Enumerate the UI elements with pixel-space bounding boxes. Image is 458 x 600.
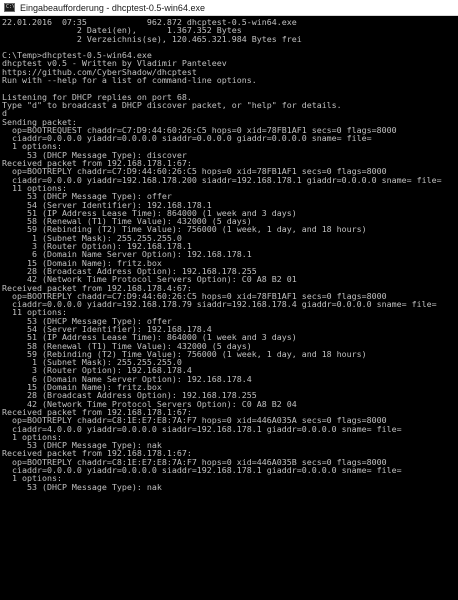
console-line: ciaddr=0.0.0.0 yiaddr=192.168.178.200 si…: [2, 174, 442, 185]
console-line: ciaddr=0.0.0.0 yiaddr=0.0.0.0 siaddr=192…: [2, 465, 402, 476]
command-prompt-window: C:\ Eingabeaufforderung - dhcptest-0.5-w…: [0, 0, 458, 600]
console-line: ciaddr=4.0.0.0 yiaddr=0.0.0.0 siaddr=192…: [2, 423, 402, 434]
console-text: 22.01.2016 07:35 962.872 dhcptest-0.5-wi…: [0, 17, 458, 491]
window-title: Eingabeaufforderung - dhcptest-0.5-win64…: [20, 3, 205, 13]
console-line: Run with --help for a list of command-li…: [2, 75, 257, 86]
console-line: 53 (DHCP Message Type): nak: [2, 481, 162, 492]
command-prompt-icon: C:\: [4, 3, 15, 12]
console-output-area[interactable]: 22.01.2016 07:35 962.872 dhcptest-0.5-wi…: [0, 17, 458, 600]
console-line: 2 Verzeichnis(se), 120.465.321.984 Bytes…: [2, 33, 302, 44]
console-line: ciaddr=0.0.0.0 yiaddr=192.168.178.79 sia…: [2, 299, 437, 310]
console-line: Type "d" to broadcast a DHCP discover pa…: [2, 99, 342, 110]
console-line: ciaddr=0.0.0.0 yiaddr=0.0.0.0 siaddr=0.0…: [2, 133, 372, 144]
title-bar[interactable]: C:\ Eingabeaufforderung - dhcptest-0.5-w…: [0, 0, 458, 16]
